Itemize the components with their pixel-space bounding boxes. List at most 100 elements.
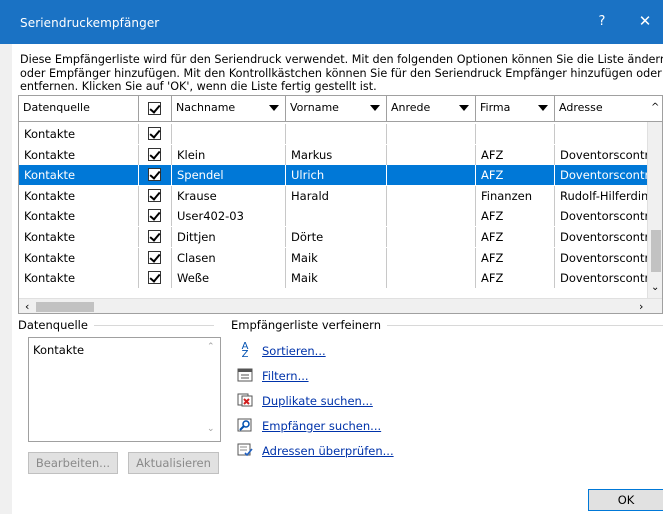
dropdown-arrow-icon[interactable] [269, 105, 279, 111]
column-header-select-all[interactable] [139, 96, 172, 121]
recipient-checkbox[interactable] [148, 209, 161, 223]
table-row[interactable]: Kontakte Clasen Maik AFZ Doventorscontr [19, 247, 647, 268]
instructions-text: Diese Empfängerliste wird für den Serien… [20, 53, 663, 94]
datasource-list[interactable]: Kontakte ⌃ ⌄ [28, 337, 221, 442]
table-cell-checkbox [139, 206, 172, 227]
table-cell-address: Doventorscontr [560, 147, 647, 162]
recipient-checkbox[interactable] [148, 168, 161, 182]
column-header-source[interactable]: Datenquelle [19, 96, 139, 121]
table-cell-lastname: User402-03 [172, 206, 286, 227]
chevron-down-icon[interactable]: ⌄ [207, 424, 215, 434]
table-cell-lastname: Krause [172, 185, 286, 206]
table-cell-lastname: Clasen [172, 247, 286, 268]
datasource-group-label: Datenquelle [18, 318, 94, 332]
table-cell-lastname: Spendel [172, 165, 286, 186]
table-cell-address: Doventorscontr [560, 250, 647, 265]
help-button[interactable]: ? [592, 14, 612, 32]
scroll-right-icon[interactable]: › [639, 300, 643, 313]
table-row[interactable]: Kontakte Weße Maik AFZ Doventorscontr [19, 268, 647, 289]
ok-button[interactable]: OK [588, 489, 663, 511]
table-cell-firstname [286, 124, 387, 144]
table-cell-address: Doventorscontr [560, 271, 647, 286]
table-cell-address: Doventorscontr [560, 230, 647, 244]
dropdown-arrow-icon[interactable] [459, 105, 469, 111]
table-cell-checkbox [139, 268, 172, 289]
table-cell-salutation [387, 144, 476, 165]
table-cell-source: Kontakte [19, 227, 139, 247]
column-header-source-label: Datenquelle [23, 101, 90, 114]
column-header-address[interactable]: Adresse [555, 96, 647, 121]
table-cell-company [476, 124, 555, 144]
recipient-checkbox[interactable] [148, 250, 161, 264]
recipients-table: Datenquelle Nachname Vorname Anrede Firm… [18, 95, 663, 314]
table-cell-salutation [387, 185, 476, 206]
column-header-company-label: Firma [480, 101, 511, 114]
filter-icon [236, 368, 254, 384]
recipient-checkbox[interactable] [148, 127, 161, 140]
table-row[interactable]: Kontakte Klein Markus AFZ Doventorscontr [19, 144, 647, 165]
refresh-button[interactable]: Aktualisieren [128, 452, 219, 474]
horizontal-scroll-thumb[interactable] [36, 302, 94, 312]
table-cell-firstname: Maik [286, 268, 387, 289]
table-cell-firstname: Ulrich [286, 165, 387, 186]
vertical-scroll-thumb[interactable] [651, 230, 661, 272]
datasource-list-item[interactable]: Kontakte [33, 343, 84, 357]
table-cell-checkbox [139, 227, 172, 247]
table-cell-checkbox [139, 165, 172, 186]
instructions-line-3: entfernen. Klicken Sie auf 'OK', wenn di… [20, 80, 377, 93]
filter-link[interactable]: Filtern... [262, 369, 309, 383]
duplicates-icon [236, 393, 254, 409]
scroll-up-icon[interactable]: ^ [651, 102, 659, 113]
table-cell-lastname: Dittjen [172, 227, 286, 247]
edit-button[interactable]: Bearbeiten... [28, 452, 118, 474]
dropdown-arrow-icon[interactable] [370, 105, 380, 111]
refine-group-line [378, 325, 663, 326]
recipient-checkbox[interactable] [148, 230, 161, 243]
select-all-checkbox[interactable] [148, 102, 161, 115]
table-cell-lastname: Klein [172, 144, 286, 165]
validate-addresses-link[interactable]: Adressen überprüfen... [262, 444, 394, 458]
table-cell-company: AFZ [476, 247, 555, 268]
table-cell-lastname: Weße [172, 268, 286, 289]
mail-merge-recipients-dialog: Seriendruckempfänger ? ✕ Diese Empfänger… [0, 0, 663, 514]
column-header-firstname[interactable]: Vorname [286, 96, 387, 121]
column-header-salutation[interactable]: Anrede [387, 96, 476, 121]
table-cell-firstname: Maik [286, 247, 387, 268]
find-duplicates-link[interactable]: Duplikate suchen... [262, 394, 373, 408]
table-cell-firstname: Markus [286, 144, 387, 165]
close-button[interactable]: ✕ [634, 12, 656, 32]
table-row[interactable]: Kontakte User402-03 AFZ Doventorscontr [19, 206, 647, 227]
horizontal-scrollbar[interactable]: ‹ › [19, 298, 662, 313]
scroll-left-icon[interactable]: ‹ [25, 300, 29, 313]
scroll-down-icon[interactable]: ⌄ [651, 282, 659, 293]
table-row[interactable]: Kontakte Spendel Ulrich AFZ Doventorscontr [19, 165, 647, 186]
table-cell-address: Doventorscontr [560, 209, 647, 224]
column-header-company[interactable]: Firma [476, 96, 555, 121]
recipient-checkbox[interactable] [148, 271, 161, 285]
table-row[interactable]: Kontakte Dittjen Dörte AFZ Doventorscontr [19, 227, 647, 247]
table-cell-salutation [387, 206, 476, 227]
table-cell-company: Finanzen [476, 185, 555, 206]
table-row[interactable]: Kontakte Krause Harald Finanzen Rudolf-Hilfe… [19, 185, 647, 206]
table-cell-source: Kontakte [19, 124, 139, 144]
table-cell-salutation [387, 247, 476, 268]
column-header-lastname-label: Nachname [176, 101, 236, 114]
validate-addresses-icon [236, 443, 254, 459]
datasource-group-line [92, 325, 214, 326]
table-cell-address: Rudolf-Hilferdin [560, 188, 647, 203]
find-recipient-link[interactable]: Empfänger suchen... [262, 419, 381, 433]
table-cell-company: AFZ [476, 227, 555, 247]
table-cell-lastname [172, 124, 286, 144]
table-header: Datenquelle Nachname Vorname Anrede Firm… [19, 96, 662, 122]
vertical-scrollbar[interactable]: ⌄ [647, 122, 662, 298]
dropdown-arrow-icon[interactable] [538, 105, 548, 111]
table-cell-salutation [387, 268, 476, 289]
chevron-up-icon[interactable]: ⌃ [207, 342, 215, 352]
sort-link[interactable]: Sortieren... [262, 344, 326, 358]
title-bar: Seriendruckempfänger ? ✕ [0, 0, 663, 44]
recipient-checkbox[interactable] [148, 147, 161, 161]
column-header-lastname[interactable]: Nachname [172, 96, 286, 121]
table-row[interactable]: Kontakte [19, 124, 647, 144]
datasource-list-scrollbar[interactable]: ⌃ ⌄ [203, 338, 220, 441]
recipient-checkbox[interactable] [148, 188, 161, 202]
